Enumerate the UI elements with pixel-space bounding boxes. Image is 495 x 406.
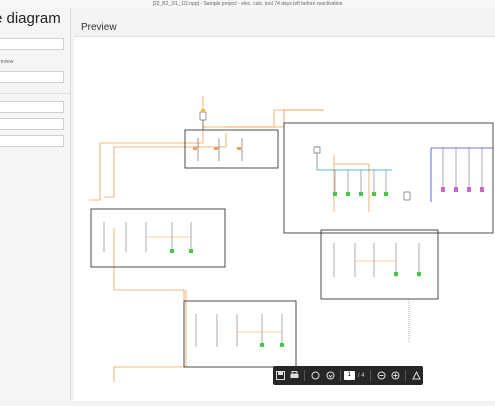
panel-label-review: review: [0, 59, 14, 65]
panel-input-4[interactable]: [0, 118, 64, 130]
rotate-left-icon[interactable]: [309, 369, 322, 383]
cabinet-1: [184, 129, 279, 169]
panel-input-2[interactable]: [0, 71, 64, 83]
cabinet-4: [183, 300, 297, 368]
diagram-canvas[interactable]: [74, 36, 495, 401]
cabinet-2: [90, 208, 226, 268]
panel-divider: [0, 93, 70, 94]
zoom-out-icon[interactable]: [375, 369, 388, 383]
preview-title: Preview: [81, 22, 117, 33]
pdf-icon[interactable]: [410, 369, 423, 383]
preview-pane: Preview: [73, 20, 495, 401]
print-icon[interactable]: [288, 369, 301, 383]
wires: [89, 96, 370, 382]
panel-input-1[interactable]: [0, 38, 64, 50]
toolbar-divider: [304, 370, 306, 381]
electrical-diagram: [89, 96, 494, 382]
panel-input-5[interactable]: [0, 135, 64, 147]
toolbar-divider: [404, 370, 406, 381]
left-panel: e diagram review: [0, 8, 71, 400]
save-icon[interactable]: [274, 369, 287, 383]
rotate-right-icon[interactable]: [324, 369, 337, 383]
zoom-in-icon[interactable]: [389, 369, 402, 383]
panel-title: e diagram: [0, 10, 61, 27]
window-title: [22_B2_2/1_1/2.npp] - Sample project - e…: [0, 0, 495, 8]
toolbar-divider: [369, 370, 371, 381]
cabinet-3: [320, 229, 439, 342]
cabinet-main-right: [283, 122, 494, 234]
page-total: / 4: [357, 372, 365, 379]
page-number-input[interactable]: 1: [343, 371, 355, 380]
toolbar-divider: [339, 370, 341, 381]
panel-input-3[interactable]: [0, 101, 64, 113]
pdf-toolbar: 1 / 4: [273, 366, 423, 385]
